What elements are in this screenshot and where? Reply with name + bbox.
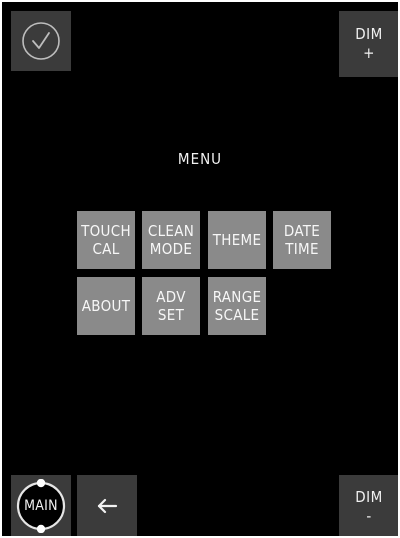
adv-set-line1: ADV [156,288,186,306]
checkmark-circle-icon [22,22,60,60]
adv-set-line2: SET [157,306,185,324]
about-button[interactable]: ABOUT [77,277,135,335]
clean-mode-button[interactable]: CLEAN MODE [142,211,200,269]
adv-set-button[interactable]: ADV SET [142,277,200,335]
touch-cal-line1: TOUCH [81,222,131,240]
range-scale-line2: SCALE [214,306,260,324]
dim-minus-button[interactable]: DIM - [339,475,398,536]
confirm-button[interactable] [11,11,71,71]
main-dial: MAIN [14,479,68,533]
dim-plus-sign: + [363,44,375,62]
about-label: ABOUT [81,297,131,315]
date-time-line2: TIME [285,240,319,258]
main-label: MAIN [24,498,58,514]
clean-mode-line2: MODE [149,240,193,258]
touch-cal-line2: CAL [92,240,120,258]
range-scale-line1: RANGE [212,288,262,306]
touch-cal-button[interactable]: TOUCH CAL [77,211,135,269]
dim-plus-label: DIM [355,25,383,43]
dim-minus-label: DIM [355,488,383,506]
back-button[interactable] [77,475,137,536]
dim-minus-sign: - [366,507,372,525]
left-arrow-icon [97,498,118,514]
clean-mode-line1: CLEAN [147,222,195,240]
date-time-line1: DATE [283,222,321,240]
theme-label: THEME [212,231,262,249]
range-scale-button[interactable]: RANGE SCALE [208,277,266,335]
menu-title: MENU [177,150,223,168]
main-button[interactable]: MAIN [11,475,71,536]
dim-plus-button[interactable]: DIM + [339,11,398,77]
device-screen: DIM + MENU TOUCH CAL CLEAN MODE THEME DA… [2,2,398,536]
theme-button[interactable]: THEME [208,211,266,269]
date-time-button[interactable]: DATE TIME [273,211,331,269]
